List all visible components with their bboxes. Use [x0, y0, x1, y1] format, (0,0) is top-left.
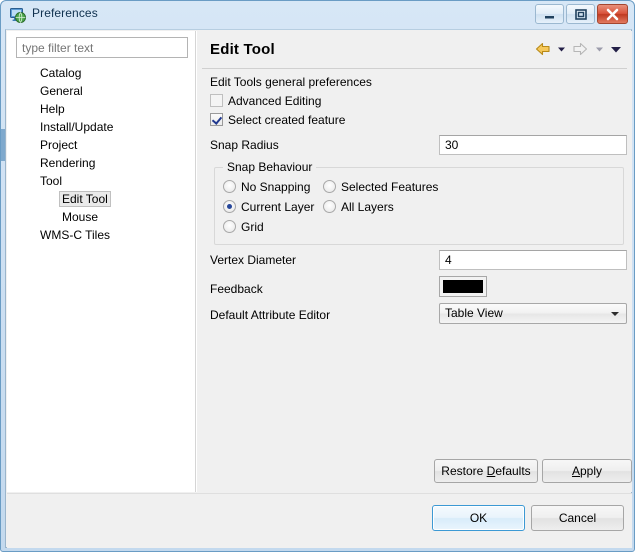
dialog-content: Catalog General Help Install/Update Proj… — [7, 31, 632, 492]
sidebar-item-rendering[interactable]: Rendering — [7, 154, 195, 172]
select-created-feature-label: Select created feature — [228, 113, 346, 127]
advanced-editing-checkbox-row[interactable]: Advanced Editing — [210, 94, 321, 108]
sidebar-item-label: Tool — [40, 174, 63, 188]
sidebar-item-install-update[interactable]: Install/Update — [7, 118, 195, 136]
apply-mnemonic: A — [571, 464, 580, 478]
window-titlebar[interactable]: Preferences — [1, 1, 635, 29]
snap-behaviour-group-title: Snap Behaviour — [223, 160, 317, 174]
sidebar-item-label: General — [40, 84, 83, 98]
radio-selected-features-label: Selected Features — [341, 180, 439, 194]
sidebar-item-label: Project — [40, 138, 78, 152]
forward-dropdown-icon — [595, 42, 604, 59]
forward-arrow-icon — [572, 42, 588, 59]
radio-no-snapping-indicator[interactable] — [223, 180, 236, 193]
radio-all-layers-indicator[interactable] — [323, 200, 336, 213]
ok-button[interactable]: OK — [432, 505, 525, 531]
preferences-dialog: Catalog General Help Install/Update Proj… — [5, 29, 632, 548]
page-title: Edit Tool — [210, 41, 275, 58]
default-attribute-editor-label: Default Attribute Editor — [210, 308, 331, 322]
sidebar-item-help[interactable]: Help — [7, 100, 195, 118]
sidebar-item-label: Catalog — [40, 66, 82, 80]
sidebar-item-wmsc-tiles[interactable]: WMS-C Tiles — [7, 226, 195, 244]
close-button[interactable] — [597, 4, 628, 24]
sidebar-item-general[interactable]: General — [7, 82, 195, 100]
radio-grid-indicator[interactable] — [223, 220, 236, 233]
default-attribute-editor-combo[interactable]: Table View — [439, 303, 627, 324]
section-caption: Edit Tools general preferences — [210, 75, 372, 89]
sidebar-item-mouse[interactable]: Mouse — [7, 208, 195, 226]
view-menu-icon[interactable] — [610, 42, 622, 59]
vertex-diameter-label: Vertex Diameter — [210, 253, 297, 267]
dialog-button-bar: OK Cancel — [7, 493, 632, 548]
radio-current-layer-indicator[interactable] — [223, 200, 236, 213]
page-navigation — [532, 42, 622, 58]
radio-current-layer[interactable]: Current Layer — [223, 200, 314, 214]
advanced-editing-checkbox[interactable] — [210, 94, 223, 107]
select-created-feature-checkbox[interactable] — [210, 113, 223, 126]
window-title: Preferences — [32, 6, 98, 20]
sidebar-item-label: Rendering — [40, 156, 96, 170]
advanced-editing-label: Advanced Editing — [228, 94, 322, 108]
sidebar-item-project[interactable]: Project — [7, 136, 195, 154]
snap-radius-input[interactable] — [439, 135, 627, 155]
radio-grid[interactable]: Grid — [223, 220, 264, 234]
radio-all-layers[interactable]: All Layers — [323, 200, 394, 214]
chevron-down-icon — [611, 312, 619, 316]
apply-button[interactable]: Apply — [542, 459, 632, 483]
apply-post: pply — [580, 464, 603, 478]
sidebar-item-label: WMS-C Tiles — [40, 228, 110, 242]
sidebar-item-tool[interactable]: Tool — [7, 172, 195, 190]
sidebar-item-edit-tool[interactable]: Edit Tool — [7, 190, 195, 208]
sidebar-item-label: Install/Update — [40, 120, 114, 134]
feedback-color-fill — [443, 280, 483, 293]
snap-radius-label: Snap Radius — [210, 138, 279, 152]
title-separator — [202, 68, 627, 69]
radio-no-snapping-label: No Snapping — [241, 180, 311, 194]
default-attribute-editor-value: Table View — [445, 306, 503, 320]
radio-selected-features[interactable]: Selected Features — [323, 180, 438, 194]
preferences-tree-pane: Catalog General Help Install/Update Proj… — [7, 31, 196, 492]
sidebar-item-label: Edit Tool — [59, 191, 111, 207]
radio-all-layers-label: All Layers — [341, 200, 394, 214]
sidebar-item-catalog[interactable]: Catalog — [7, 64, 195, 82]
minimize-button[interactable] — [535, 4, 564, 24]
select-created-feature-checkbox-row[interactable]: Select created feature — [210, 113, 345, 127]
preferences-tree[interactable]: Catalog General Help Install/Update Proj… — [7, 64, 195, 244]
radio-current-layer-label: Current Layer — [241, 200, 315, 214]
back-dropdown-icon[interactable] — [557, 42, 566, 59]
sidebar-item-label: Help — [40, 102, 65, 116]
restore-defaults-pre: Restore — [441, 464, 487, 478]
restore-defaults-post: efaults — [495, 464, 531, 478]
maximize-button[interactable] — [566, 4, 595, 24]
edit-tool-preference-page: Edit Tool Edit Tools general preferences… — [197, 31, 632, 492]
restore-defaults-button[interactable]: Restore Defaults — [434, 459, 538, 483]
feedback-color-swatch[interactable] — [439, 276, 487, 297]
feedback-label: Feedback — [210, 282, 263, 296]
cancel-button[interactable]: Cancel — [531, 505, 624, 531]
filter-input[interactable] — [16, 37, 188, 58]
radio-no-snapping[interactable]: No Snapping — [223, 180, 310, 194]
back-arrow-icon[interactable] — [535, 42, 551, 59]
vertex-diameter-input[interactable] — [439, 250, 627, 270]
radio-selected-features-indicator[interactable] — [323, 180, 336, 193]
radio-grid-label: Grid — [241, 220, 264, 234]
preferences-window: Preferences Catalog — [0, 0, 635, 552]
sidebar-item-label: Mouse — [62, 210, 99, 224]
preferences-globe-icon — [10, 7, 26, 23]
